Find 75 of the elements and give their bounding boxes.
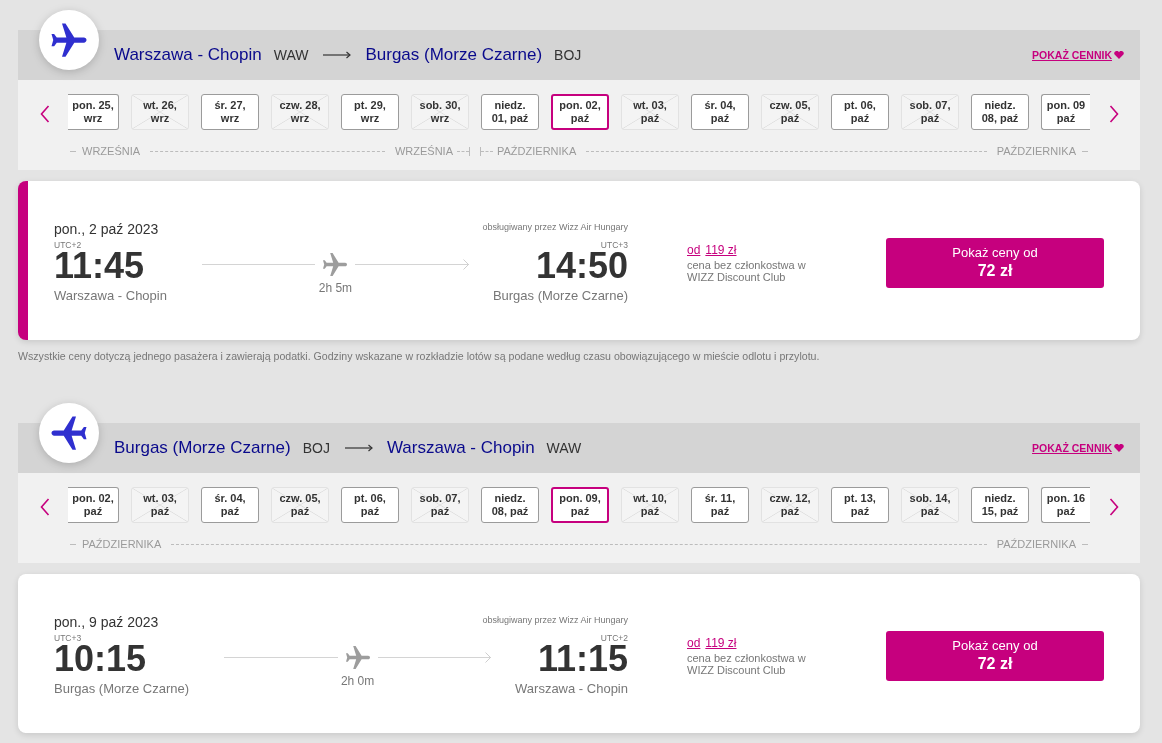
timezone-label: UTC+3: [54, 633, 83, 643]
departure-airport: Warszawa - Chopin: [54, 288, 167, 304]
date-tile[interactable]: niedz. 15, paź: [971, 487, 1029, 523]
plane-icon: [323, 253, 348, 276]
date-tile[interactable]: pon. 25, wrz: [68, 94, 119, 130]
timezone-label: UTC+2: [600, 633, 628, 643]
price-link[interactable]: 119 zł: [705, 635, 737, 651]
date-tile[interactable]: śr. 04, paź: [201, 487, 259, 523]
next-dates-button[interactable]: [1109, 498, 1119, 516]
date-tile[interactable]: pon. 16 paź: [1041, 487, 1090, 523]
date-tile[interactable]: niedz. 08, paź: [481, 487, 539, 523]
arrival-airport: Warszawa - Chopin: [515, 681, 628, 697]
month-label: PAŹDZIERNIKA: [82, 537, 162, 551]
origin-city: Warszawa - Chopin: [114, 45, 262, 65]
arrival-airport: Burgas (Morze Czarne): [492, 288, 628, 304]
heart-icon: [1114, 51, 1124, 59]
price-note: cena bez członkostwa w WIZZ Discount Club: [687, 258, 807, 283]
flight-date: pon., 9 paź 2023: [54, 614, 159, 630]
chevron-left-icon: [40, 105, 50, 123]
arrival-time: 11:15: [537, 643, 628, 675]
date-tile[interactable]: pon. 02, paź: [68, 487, 119, 523]
date-tile[interactable]: pon. 02, paź: [551, 94, 609, 130]
timezone-label: UTC+2: [54, 240, 83, 250]
price-note: cena bez członkostwa w WIZZ Discount Club: [687, 651, 807, 676]
chevron-left-icon: [40, 498, 50, 516]
departure-time: 10:15: [54, 643, 148, 675]
month-label: PAŹDZIERNIKA: [497, 144, 577, 158]
operator-note: obsługiwany przez Wizz Air Hungary: [482, 221, 628, 233]
airport-code: WAW: [273, 46, 309, 64]
footnote: Wszystkie ceny dotyczą jednego pasażera i zawierają podatki. Godziny wskazane w rozkładzie lotów są podane według czasu obowiązującego w mieście odlotu i przylotu.: [18, 349, 821, 363]
arrow-right-icon: [323, 51, 352, 59]
price-link[interactable]: 119 zł: [705, 242, 737, 258]
from-link[interactable]: od: [687, 635, 701, 651]
date-tile[interactable]: pt. 29, wrz: [341, 94, 399, 130]
operator-note: obsługiwany przez Wizz Air Hungary: [482, 614, 628, 626]
destination-city: Warszawa - Chopin: [386, 438, 535, 458]
month-label: PAŹDZIERNIKA: [996, 144, 1076, 158]
date-tile[interactable]: pt. 06, paź: [341, 487, 399, 523]
arrow-right-icon: [344, 444, 373, 452]
previous-dates-button[interactable]: [40, 105, 50, 123]
arrival-time: 14:50: [535, 250, 628, 282]
show-price-list-link[interactable]: POKAŻ CENNIK: [1032, 441, 1124, 455]
origin-city: Burgas (Morze Czarne): [114, 438, 291, 458]
month-label: WRZEŚNIA: [394, 144, 453, 158]
show-prices-button[interactable]: Pokaż ceny od 72 zł: [886, 237, 1104, 288]
chevron-right-icon: [1109, 105, 1119, 123]
airport-code: WAW: [546, 439, 582, 457]
date-tile[interactable]: śr. 11, paź: [691, 487, 749, 523]
date-tile[interactable]: śr. 04, paź: [691, 94, 749, 130]
date-tile[interactable]: niedz. 08, paź: [971, 94, 1029, 130]
airport-code: BOJ: [554, 46, 582, 64]
chevron-right-icon: [1109, 498, 1119, 516]
flight-duration: 2h 5m: [318, 280, 353, 296]
date-tile[interactable]: pt. 06, paź: [831, 94, 889, 130]
show-price-list-link[interactable]: POKAŻ CENNIK: [1032, 48, 1124, 62]
previous-dates-button[interactable]: [40, 498, 50, 516]
date-tile[interactable]: śr. 27, wrz: [201, 94, 259, 130]
date-tile[interactable]: pon. 09, paź: [551, 487, 609, 523]
departure-time: 11:45: [54, 250, 146, 282]
date-tile[interactable]: pon. 09 paź: [1041, 94, 1090, 130]
destination-city: Burgas (Morze Czarne): [365, 45, 543, 65]
heart-icon: [1114, 444, 1124, 452]
date-tile[interactable]: niedz. 01, paź: [481, 94, 539, 130]
from-link[interactable]: od: [687, 242, 701, 258]
flight-duration: 2h 0m: [340, 673, 375, 689]
flight-date: pon., 2 paź 2023: [54, 221, 159, 237]
month-label: WRZEŚNIA: [82, 144, 141, 158]
next-dates-button[interactable]: [1109, 105, 1119, 123]
show-prices-button[interactable]: Pokaż ceny od 72 zł: [886, 630, 1104, 681]
airport-code: BOJ: [302, 439, 330, 457]
plane-icon: [345, 646, 370, 669]
month-label: PAŹDZIERNIKA: [996, 537, 1076, 551]
date-tile[interactable]: pt. 13, paź: [831, 487, 889, 523]
departure-airport: Burgas (Morze Czarne): [54, 681, 190, 697]
timezone-label: UTC+3: [600, 240, 628, 250]
